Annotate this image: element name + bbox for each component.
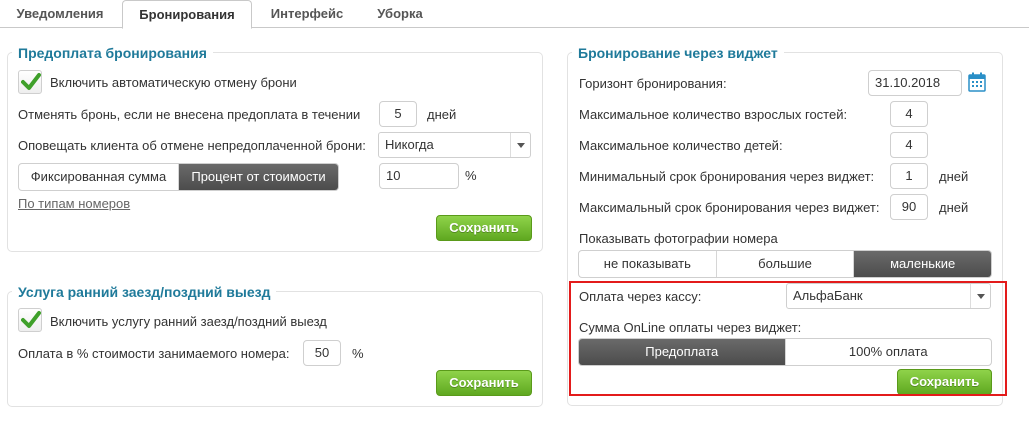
calendar-icon[interactable]: [968, 72, 986, 92]
by-room-types-link[interactable]: По типам номеров: [18, 196, 130, 211]
mode-fixed-sum[interactable]: Фиксированная сумма: [19, 164, 179, 190]
chevron-down-icon: [510, 133, 530, 157]
early-enable-checkbox[interactable]: [18, 308, 42, 332]
mode-percent[interactable]: Процент от стоимости: [179, 164, 338, 190]
prepay-save-button[interactable]: Сохранить: [436, 215, 532, 241]
cancel-days-input[interactable]: 5: [379, 101, 417, 127]
highlight-frame: [569, 281, 1007, 396]
early-save-button[interactable]: Сохранить: [436, 370, 532, 396]
max-adults-label: Максимальное количество взрослых гостей:: [579, 107, 848, 122]
early-percent-label: Оплата в % стоимости занимаемого номера:: [18, 346, 290, 361]
max-term-label: Максимальный срок бронирования через вид…: [579, 200, 880, 215]
photos-large[interactable]: большие: [717, 251, 855, 277]
photos-none[interactable]: не показывать: [579, 251, 717, 277]
cancel-if-label: Отменять бронь, если не внесена предопла…: [18, 107, 361, 122]
tab-interface[interactable]: Интерфейс: [258, 0, 356, 28]
early-percent-unit: %: [352, 346, 364, 361]
max-children-label: Максимальное количество детей:: [579, 138, 783, 153]
check-icon: [21, 73, 41, 90]
min-term-unit: дней: [939, 169, 969, 184]
early-title: Услуга ранний заезд/поздний выезд: [12, 283, 277, 301]
max-children-input[interactable]: 4: [890, 132, 928, 158]
auto-cancel-label: Включить автоматическую отмену брони: [50, 75, 297, 90]
percent-unit-label: %: [465, 168, 477, 183]
early-enable-label: Включить услугу ранний заезд/поздний вые…: [50, 314, 327, 329]
days-unit-label: дней: [427, 107, 457, 122]
early-percent-input[interactable]: 50: [303, 340, 341, 366]
photos-small[interactable]: маленькие: [854, 251, 991, 277]
horizon-label: Горизонт бронирования:: [579, 76, 727, 91]
horizon-date-input[interactable]: 31.10.2018: [868, 70, 962, 96]
notify-label: Оповещать клиента об отмене непредоплаче…: [18, 138, 366, 153]
notify-select-value: Никогда: [385, 137, 434, 152]
tab-notifications[interactable]: Уведомления: [4, 0, 116, 28]
max-term-unit: дней: [939, 200, 969, 215]
photos-toggle: не показывать большие маленькие: [578, 250, 992, 278]
photos-label: Показывать фотографии номера: [579, 231, 778, 246]
min-term-label: Минимальный срок бронирования через видж…: [579, 169, 875, 184]
prepay-mode-toggle: Фиксированная сумма Процент от стоимости: [18, 163, 339, 191]
check-icon: [21, 311, 41, 328]
max-adults-input[interactable]: 4: [890, 101, 928, 127]
tab-bookings[interactable]: Бронирования: [122, 0, 252, 29]
auto-cancel-checkbox[interactable]: [18, 70, 42, 94]
tab-bar: Уведомления Бронирования Интерфейс Уборк…: [0, 0, 1029, 29]
prepay-title: Предоплата бронирования: [12, 44, 213, 62]
percent-input[interactable]: 10: [379, 163, 459, 189]
notify-select[interactable]: Никогда: [378, 132, 531, 158]
tab-cleaning[interactable]: Уборка: [364, 0, 436, 28]
max-term-input[interactable]: 90: [890, 194, 928, 220]
min-term-input[interactable]: 1: [890, 163, 928, 189]
widget-title: Бронирование через виджет: [572, 44, 784, 62]
